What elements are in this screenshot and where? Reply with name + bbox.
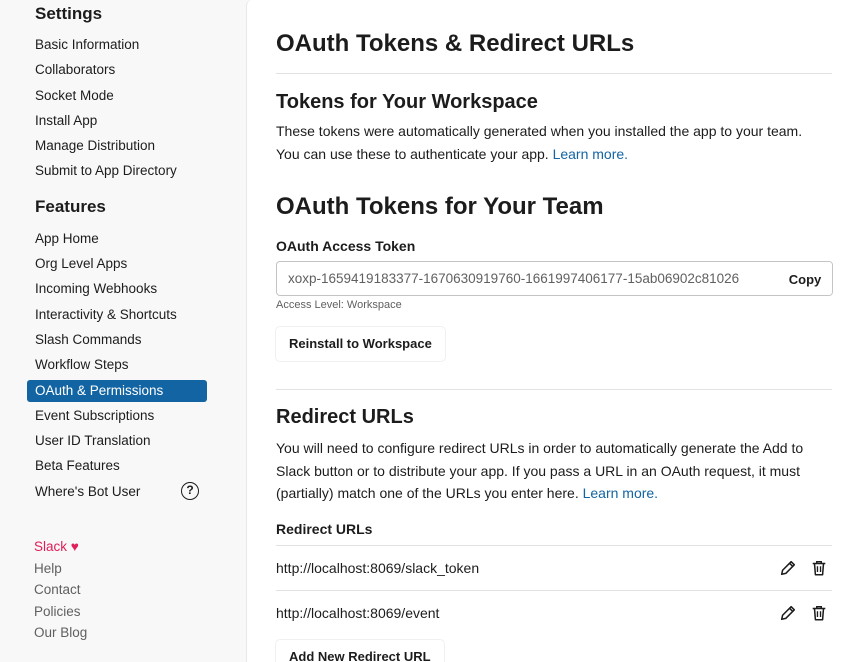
- sidebar-item-incoming-webhooks[interactable]: Incoming Webhooks: [27, 278, 207, 300]
- sidebar-item-workflow-steps[interactable]: Workflow Steps: [27, 354, 207, 376]
- sidebar-item-interactivity-shortcuts[interactable]: Interactivity & Shortcuts: [27, 304, 207, 326]
- sidebar-item-socket-mode[interactable]: Socket Mode: [27, 85, 207, 107]
- oauth-access-token-label: OAuth Access Token: [276, 238, 416, 254]
- add-new-redirect-url-button[interactable]: Add New Redirect URL: [276, 640, 444, 662]
- slack-brand-text: Slack: [34, 539, 68, 554]
- main-content: OAuth Tokens & Redirect URLs Tokens for …: [246, 0, 860, 662]
- redirect-urls-description: You will need to configure redirect URLs…: [276, 437, 826, 505]
- title-divider: [276, 73, 832, 74]
- sidebar-item-app-home[interactable]: App Home: [27, 228, 207, 250]
- workspace-tokens-description: These tokens were automatically generate…: [276, 120, 826, 165]
- section-divider: [276, 389, 832, 390]
- footer-link-help[interactable]: Help: [34, 561, 62, 576]
- team-tokens-heading: OAuth Tokens for Your Team: [276, 193, 604, 220]
- sidebar-item-wheres-bot-user[interactable]: Where's Bot User: [27, 481, 207, 503]
- sidebar-item-user-id-translation[interactable]: User ID Translation: [27, 430, 207, 452]
- workspace-tokens-text: These tokens were automatically generate…: [276, 123, 803, 162]
- sidebar: Settings Basic Information Collaborators…: [0, 0, 246, 662]
- redirect-url-text: http://localhost:8069/event: [276, 605, 440, 621]
- sidebar-item-org-level-apps[interactable]: Org Level Apps: [27, 253, 207, 275]
- redirect-url-text: http://localhost:8069/slack_token: [276, 560, 480, 576]
- features-heading: Features: [35, 197, 106, 216]
- help-icon[interactable]: ?: [181, 482, 199, 500]
- oauth-access-token-field[interactable]: xoxp-1659419183377-1670630919760-1661997…: [276, 261, 833, 296]
- sidebar-item-slash-commands[interactable]: Slash Commands: [27, 329, 207, 351]
- slack-brand-link[interactable]: Slack ♥: [34, 539, 79, 554]
- redirect-urls-heading: Redirect URLs: [276, 406, 414, 428]
- trash-icon[interactable]: [810, 604, 828, 622]
- oauth-access-token-value[interactable]: xoxp-1659419183377-1670630919760-1661997…: [288, 262, 786, 295]
- redirect-url-row: http://localhost:8069/event: [276, 590, 832, 635]
- access-level-note: Access Level: Workspace: [276, 299, 402, 311]
- sidebar-item-manage-distribution[interactable]: Manage Distribution: [27, 135, 207, 157]
- footer-link-our-blog[interactable]: Our Blog: [34, 625, 87, 640]
- redirect-url-row: http://localhost:8069/slack_token: [276, 545, 832, 590]
- redirect-urls-text: You will need to configure redirect URLs…: [276, 440, 804, 501]
- redirect-urls-list-label: Redirect URLs: [276, 521, 373, 537]
- workspace-learn-more-link[interactable]: Learn more.: [553, 146, 628, 162]
- pencil-icon[interactable]: [779, 559, 797, 577]
- sidebar-item-basic-information[interactable]: Basic Information: [27, 34, 207, 56]
- footer-link-contact[interactable]: Contact: [34, 582, 81, 597]
- sidebar-item-install-app[interactable]: Install App: [27, 110, 207, 132]
- workspace-tokens-heading: Tokens for Your Workspace: [276, 91, 538, 113]
- sidebar-item-event-subscriptions[interactable]: Event Subscriptions: [27, 405, 207, 427]
- sidebar-item-submit-to-app-directory[interactable]: Submit to App Directory: [27, 160, 207, 182]
- reinstall-to-workspace-button[interactable]: Reinstall to Workspace: [276, 327, 445, 361]
- heart-icon: ♥: [70, 539, 79, 554]
- settings-heading: Settings: [35, 4, 103, 23]
- footer-link-policies[interactable]: Policies: [34, 604, 81, 619]
- redirect-learn-more-link[interactable]: Learn more.: [583, 485, 658, 501]
- page-title: OAuth Tokens & Redirect URLs: [276, 30, 635, 57]
- sidebar-item-collaborators[interactable]: Collaborators: [27, 59, 207, 81]
- trash-icon[interactable]: [810, 559, 828, 577]
- sidebar-item-beta-features[interactable]: Beta Features: [27, 455, 207, 477]
- sidebar-item-oauth-permissions[interactable]: OAuth & Permissions: [27, 380, 207, 402]
- pencil-icon[interactable]: [779, 604, 797, 622]
- copy-token-button[interactable]: Copy: [778, 262, 832, 295]
